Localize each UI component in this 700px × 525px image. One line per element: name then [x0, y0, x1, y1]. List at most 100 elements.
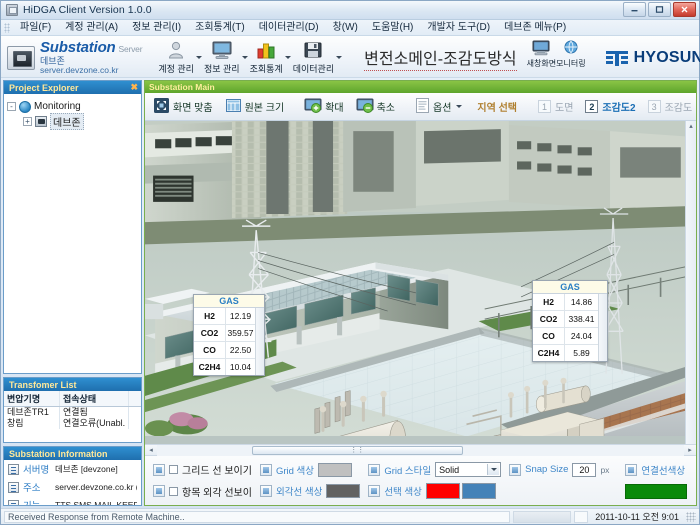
scroll-right-icon[interactable]: ▸ — [684, 446, 696, 454]
actual-size-icon — [225, 97, 242, 117]
hscroll-thumb[interactable]: ⋮⋮ — [252, 446, 463, 455]
grid-style-select[interactable]: Solid — [435, 462, 501, 477]
zoom-out-button[interactable]: 축소 — [351, 94, 400, 120]
snap-size-row[interactable]: Snap Size 20 px — [509, 460, 609, 480]
grid-show-row[interactable]: 그리드 선 보이기 — [153, 460, 252, 480]
menu-item-file[interactable]: 파일(F) — [13, 20, 58, 36]
expander-icon[interactable]: - — [7, 102, 16, 111]
zoom-out-icon — [356, 97, 374, 117]
view-toolbar: 화면 맞춤 원본 크 — [145, 93, 696, 121]
status-bar: Received Response from Remote Machine.. … — [1, 508, 699, 524]
scroll-up-icon[interactable]: ▴ — [686, 121, 696, 132]
outline-show-label: 항목 외각 선보이 — [182, 484, 252, 499]
pin-icon[interactable]: ✖ — [130, 83, 138, 92]
ribbon-button-account[interactable]: 계정 관리 — [158, 38, 194, 77]
fit-screen-button[interactable]: 화면 맞춤 — [148, 94, 218, 120]
gas-row-co: CO 22.50 — [194, 342, 255, 359]
gas-key-h2: H2 — [533, 294, 565, 310]
grid-color-row[interactable]: Grid 색상 — [260, 460, 360, 480]
tree-node-devzone[interactable]: + 데브존 — [7, 114, 138, 129]
close-button[interactable] — [673, 2, 696, 17]
zoom-in-button[interactable]: 확대 — [299, 94, 348, 120]
snap-size-unit: px — [600, 465, 609, 475]
info-value-address: server.devzone.co.kr (6117) — [55, 482, 137, 492]
resize-grip-icon[interactable] — [686, 512, 696, 522]
brand-name: HYOSUNG — [634, 49, 700, 67]
outline-color-row[interactable]: 외각선 색상 — [260, 481, 360, 501]
menu-item-stats[interactable]: 조회통계(T) — [188, 20, 252, 36]
stats-dropdown[interactable] — [283, 38, 293, 77]
menu-item-devtools[interactable]: 개발자 도구(D) — [420, 20, 497, 36]
ribbon-button-newwindow[interactable]: 새창화면 — [527, 38, 556, 77]
datamgmt-dropdown[interactable] — [334, 38, 344, 77]
viewport-horizontal-scrollbar[interactable]: ◂ ⋮⋮ ▸ — [145, 444, 696, 455]
select-color-row[interactable]: 선택 색상 — [368, 481, 501, 501]
menu-item-devzone[interactable]: 데브존 메뉴(P) — [497, 20, 573, 36]
gas-panel-left[interactable]: GAS H2 12.19 CO2 359.57 — [193, 294, 265, 376]
substation-title: SubstationServer — [40, 39, 142, 56]
column-header-name[interactable]: 변압기명 — [4, 391, 60, 406]
ribbon-button-info[interactable]: 정보 관리 — [204, 38, 240, 77]
menu-item-data[interactable]: 데이터관리(D) — [252, 20, 326, 36]
menu-item-window[interactable]: 창(W) — [326, 20, 365, 36]
menu-item-help[interactable]: 도움말(H) — [365, 20, 420, 36]
outline-show-checkbox[interactable] — [169, 487, 178, 496]
page-tab-2[interactable]: 2 조감도2 — [580, 99, 640, 114]
gas-value-c2h4: 10.04 — [226, 359, 255, 375]
menu-item-account[interactable]: 계정 관리(A) — [58, 20, 125, 36]
substation-host: server.devzone.co.kr — [40, 66, 142, 76]
gas-panel-left-scrollbar[interactable] — [255, 308, 264, 375]
line-color-swatch-row[interactable] — [625, 481, 687, 501]
ribbon-button-monitoring[interactable]: 모니터링 — [556, 38, 585, 77]
select-color-swatch-1[interactable] — [426, 483, 460, 499]
info-value-features: TTS,SMS,MAIL,KEEP — [55, 500, 137, 505]
minimize-button[interactable] — [623, 2, 646, 17]
outline-color-swatch[interactable] — [326, 484, 360, 498]
gas-panel-right[interactable]: GAS H2 14.86 CO2 338.41 — [532, 280, 608, 362]
gas-panel-right-scrollbar[interactable] — [598, 294, 607, 361]
menu-item-info[interactable]: 정보 관리(I) — [125, 20, 188, 36]
ribbon-button-datamgmt[interactable]: 데이터관리 — [293, 38, 334, 77]
chevron-down-icon[interactable] — [487, 464, 499, 475]
grid-style-row[interactable]: Grid 스타일 Solid — [368, 460, 501, 480]
gas-row-h2: H2 12.19 — [194, 308, 255, 325]
region-select-label[interactable]: 지역 선택 — [471, 99, 523, 114]
grid-show-label: 그리드 선 보이기 — [182, 462, 252, 477]
outline-show-row[interactable]: 항목 외각 선보이 — [153, 481, 252, 501]
grid-show-checkbox[interactable] — [169, 465, 178, 474]
select-color-swatch-2[interactable] — [462, 483, 496, 499]
info-dropdown[interactable] — [240, 38, 250, 77]
tree-node-monitoring[interactable]: - Monitoring — [7, 99, 138, 114]
grid-color-label: Grid 색상 — [276, 463, 314, 477]
transformer-extra — [129, 407, 141, 418]
account-dropdown[interactable] — [194, 38, 204, 77]
maximize-button[interactable] — [648, 2, 671, 17]
table-row[interactable]: 데브존TR1 연결됨 — [4, 407, 141, 418]
line-color-swatch[interactable] — [625, 484, 687, 499]
snap-size-input[interactable]: 20 — [572, 463, 596, 477]
grid-color-swatch[interactable] — [318, 463, 352, 477]
actual-size-button[interactable]: 원본 크기 — [220, 94, 290, 120]
actual-size-label: 원본 크기 — [245, 99, 285, 114]
scroll-left-icon[interactable]: ◂ — [145, 446, 157, 454]
column-header-status[interactable]: 접속상태 — [60, 391, 129, 406]
line-color-icon — [625, 464, 637, 476]
info-row-server: 서버명 데브존 [devzone] — [4, 460, 141, 478]
options-button[interactable]: 옵션 — [410, 94, 467, 120]
column-header-extra[interactable] — [129, 391, 141, 406]
page-tab-3[interactable]: 3 조감도 — [643, 99, 698, 114]
expander-icon[interactable]: + — [23, 117, 32, 126]
gas-row-c2h4: C2H4 10.04 — [194, 359, 255, 375]
status-progress-cell — [513, 511, 571, 523]
grid-style-icon — [368, 464, 380, 476]
outline-icon — [153, 485, 165, 497]
page-tab-1[interactable]: 1 도면 — [533, 99, 578, 114]
table-row[interactable]: 창림 연결오류(Unabl. — [4, 418, 141, 429]
substation-3d-viewport[interactable]: GAS H2 12.19 CO2 359.57 — [145, 121, 696, 444]
ribbon-button-stats[interactable]: 조회통계 — [250, 38, 283, 77]
transformer-name: 데브존TR1 — [4, 407, 60, 418]
document-title-text: 변전소메인-조감도방식 — [364, 45, 517, 71]
page-number-1: 1 — [538, 100, 551, 113]
hscroll-track[interactable]: ⋮⋮ — [157, 445, 684, 456]
viewport-vertical-scrollbar[interactable]: ▴ — [685, 121, 696, 444]
